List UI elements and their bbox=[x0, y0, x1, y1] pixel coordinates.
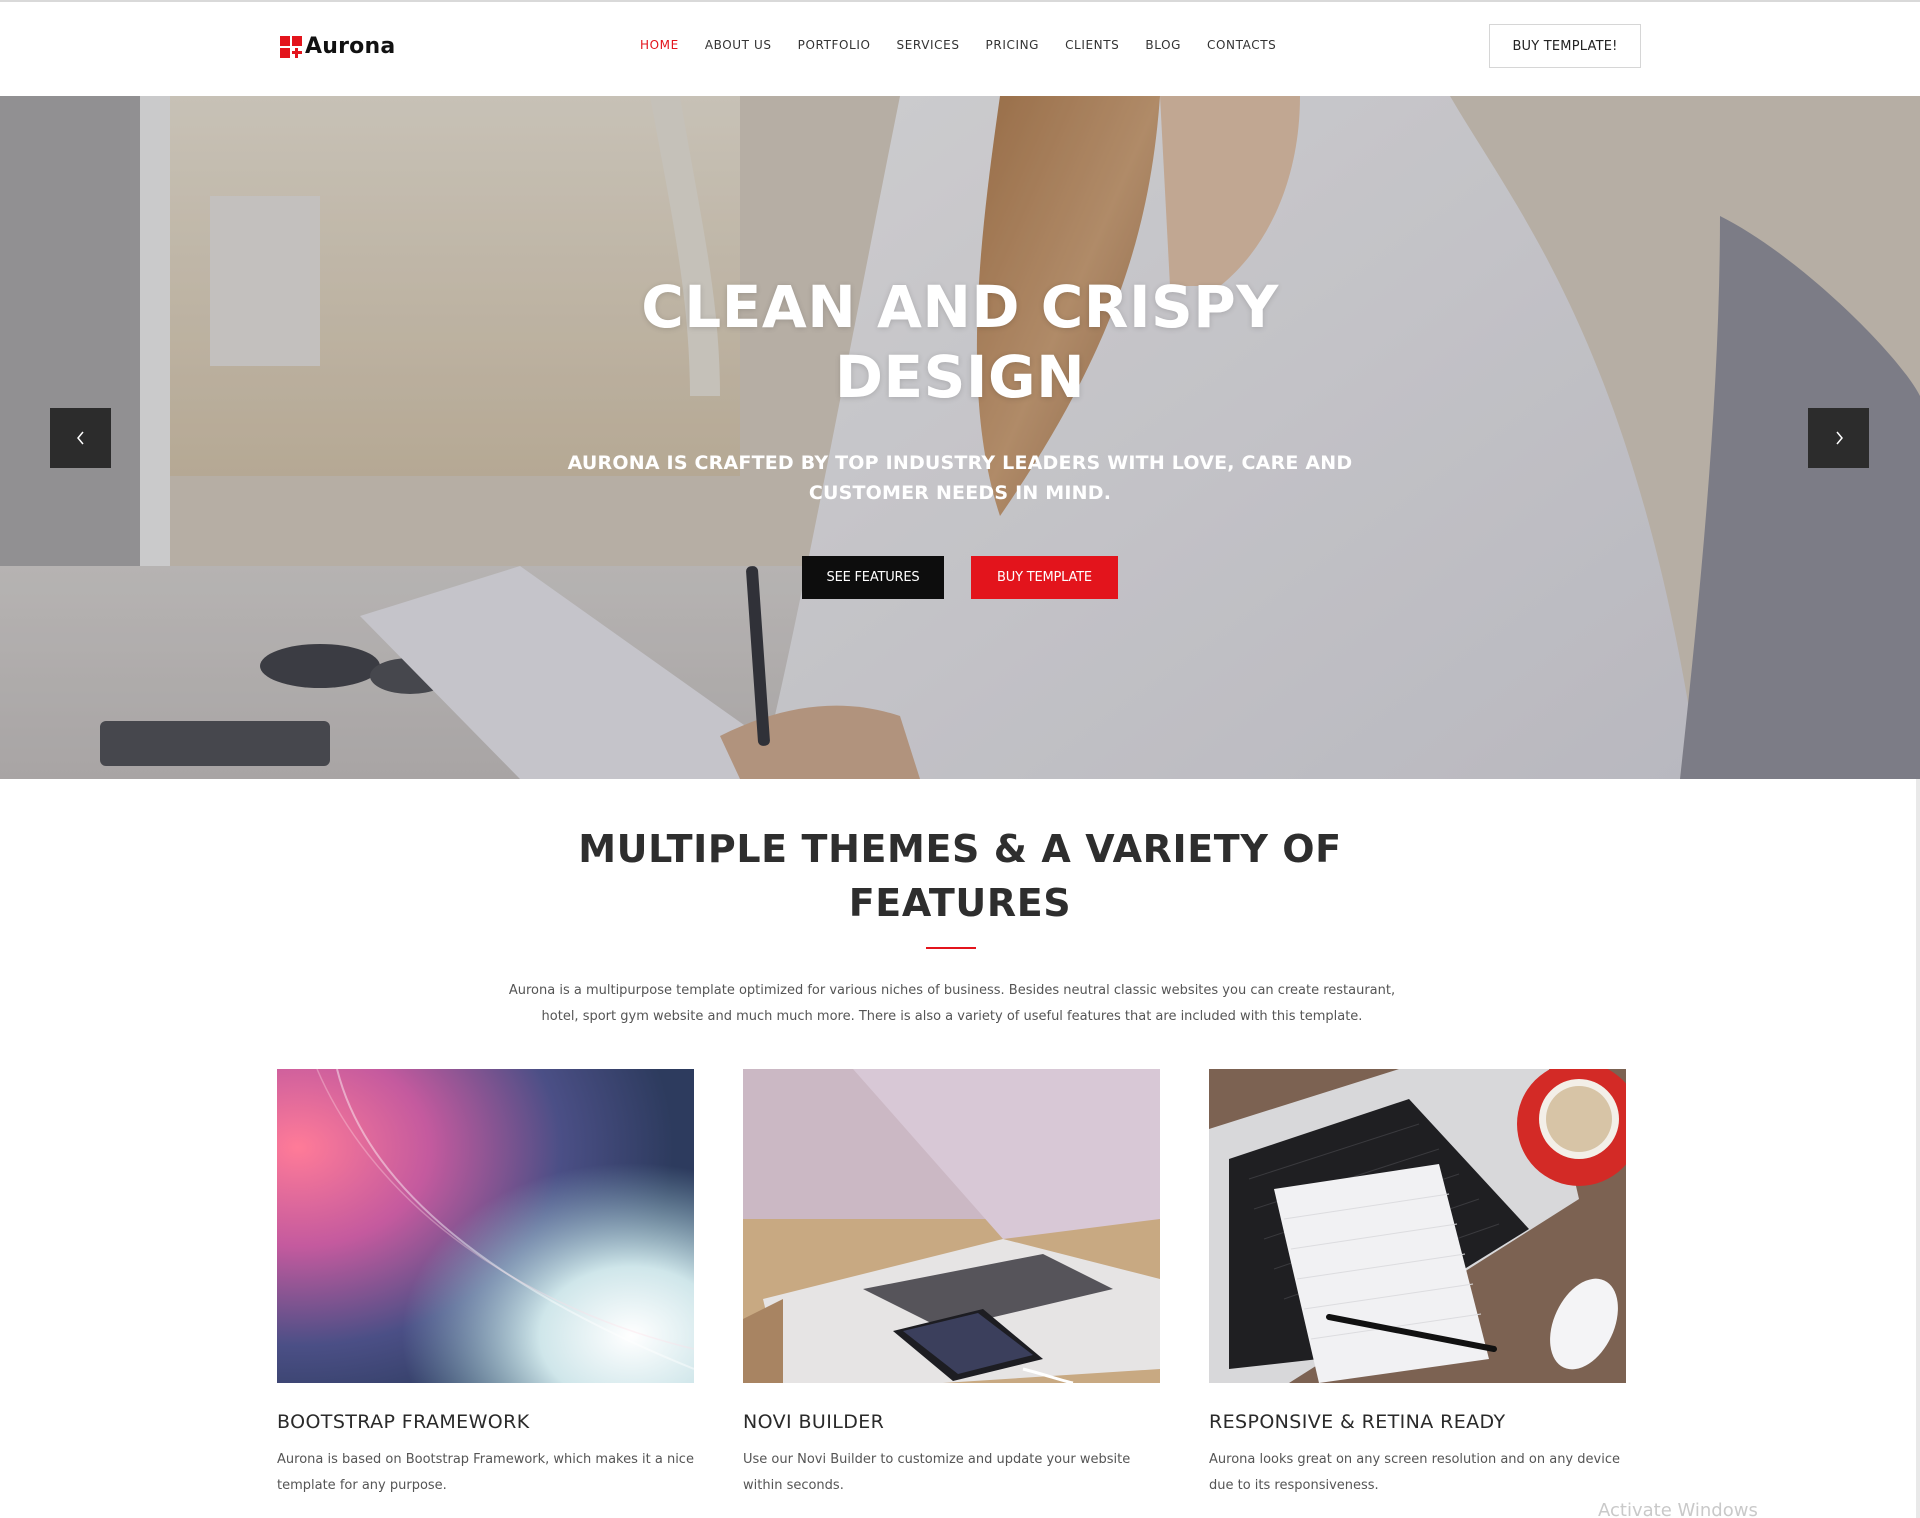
hero-subtitle: AURONA IS CRAFTED BY TOP INDUSTRY LEADER… bbox=[567, 452, 1353, 504]
nav-item-home[interactable]: HOME bbox=[640, 38, 679, 52]
nav-item-clients[interactable]: CLIENTS bbox=[1065, 38, 1119, 52]
feature-text: Aurona looks great on any screen resolut… bbox=[1209, 1452, 1620, 1493]
slider-prev-button[interactable] bbox=[50, 408, 111, 468]
site-header: Aurona HOME ABOUT US PORTFOLIO SERVICES … bbox=[0, 0, 1920, 96]
hero-slider: CLEAN AND CRISPY DESIGN AURONA IS CRAFTE… bbox=[0, 96, 1920, 779]
workspace-notebook-image bbox=[1209, 1069, 1626, 1383]
buy-template-button[interactable]: BUY TEMPLATE bbox=[971, 556, 1118, 599]
slider-next-button[interactable] bbox=[1808, 408, 1869, 468]
main-nav: HOME ABOUT US PORTFOLIO SERVICES PRICING… bbox=[640, 38, 1302, 52]
hero-dim-overlay bbox=[0, 96, 1920, 779]
brand-name: Aurona bbox=[305, 34, 396, 59]
feature-card: NOVI BUILDER Use our Novi Builder to cus… bbox=[743, 1069, 1160, 1499]
feature-title: NOVI BUILDER bbox=[743, 1411, 885, 1433]
hero-title: CLEAN AND CRISPY DESIGN bbox=[641, 273, 1279, 411]
feature-text: Use our Novi Builder to customize and up… bbox=[743, 1452, 1131, 1493]
heading-divider bbox=[926, 947, 976, 949]
feature-image-abstract-light[interactable] bbox=[277, 1069, 694, 1383]
feature-card: RESPONSIVE & RETINA READY Aurona looks g… bbox=[1209, 1069, 1626, 1499]
nav-item-pricing[interactable]: PRICING bbox=[986, 38, 1040, 52]
feature-title: BOOTSTRAP FRAMEWORK bbox=[277, 1411, 530, 1433]
chevron-left-icon bbox=[76, 431, 84, 445]
feature-image-workspace-notebook[interactable] bbox=[1209, 1069, 1626, 1383]
feature-text: Aurona is based on Bootstrap Framework, … bbox=[277, 1452, 694, 1493]
chevron-right-icon bbox=[1835, 431, 1843, 445]
see-features-button[interactable]: SEE FEATURES bbox=[802, 556, 944, 599]
header-top-border bbox=[0, 0, 1920, 2]
features-description: Aurona is a multipurpose template optimi… bbox=[508, 983, 1396, 1024]
nav-item-contacts[interactable]: CONTACTS bbox=[1207, 38, 1276, 52]
abstract-light-image bbox=[277, 1069, 694, 1383]
features-heading: MULTIPLE THEMES & A VARIETY OF FEATURES bbox=[578, 827, 1342, 925]
feature-title: RESPONSIVE & RETINA READY bbox=[1209, 1411, 1506, 1433]
os-activation-watermark: Activate Windows bbox=[1598, 1500, 1758, 1518]
nav-item-portfolio[interactable]: PORTFOLIO bbox=[798, 38, 871, 52]
nav-item-blog[interactable]: BLOG bbox=[1145, 38, 1181, 52]
feature-card: BOOTSTRAP FRAMEWORK Aurona is based on B… bbox=[277, 1069, 694, 1499]
feature-image-laptop-phone[interactable] bbox=[743, 1069, 1160, 1383]
laptop-phone-image bbox=[743, 1069, 1160, 1383]
nav-item-services[interactable]: SERVICES bbox=[897, 38, 960, 52]
logo-mark-icon bbox=[280, 35, 302, 58]
brand-logo[interactable]: Aurona bbox=[280, 34, 395, 59]
nav-item-about-us[interactable]: ABOUT US bbox=[705, 38, 772, 52]
buy-template-header-button[interactable]: BUY TEMPLATE! bbox=[1489, 24, 1641, 68]
